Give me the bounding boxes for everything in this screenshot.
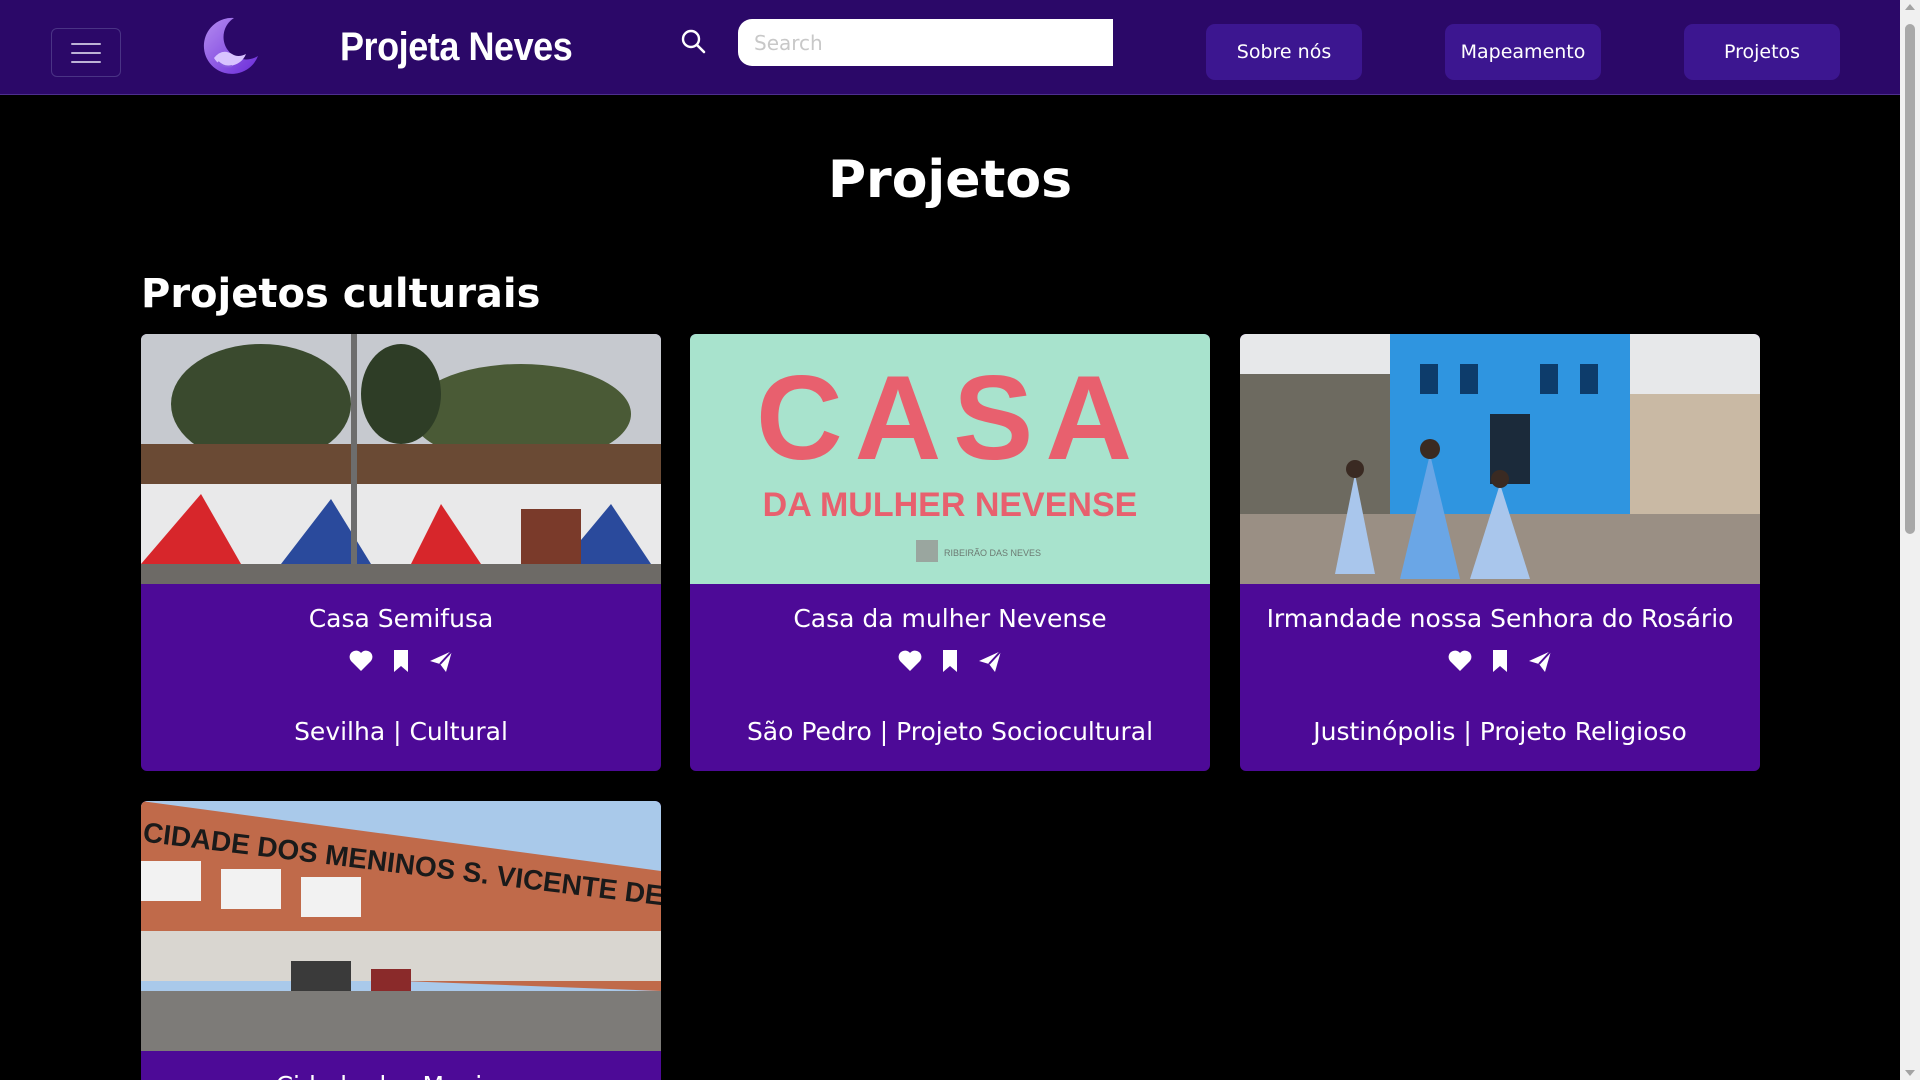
navbar: Projeta Neves Sobre nós Mapeamento Proje… xyxy=(0,0,1900,95)
project-card-actions xyxy=(690,648,1210,674)
nav-button-sobre-nos[interactable]: Sobre nós xyxy=(1206,24,1362,80)
send-icon[interactable] xyxy=(977,648,1003,674)
bookmark-icon[interactable] xyxy=(388,648,414,674)
prefeitura-seal-text: RIBEIRÃO DAS NEVES xyxy=(944,548,1041,558)
project-card-casa-da-mulher-nevense[interactable]: CASA DA MULHER NEVENSE RIBEIRÃO DAS NEVE… xyxy=(690,334,1210,771)
brand-logo[interactable] xyxy=(196,12,262,80)
menu-icon xyxy=(71,42,101,45)
project-card-irmandade[interactable]: Irmandade nossa Senhora do Rosário Justi… xyxy=(1240,334,1760,771)
project-card-meta: Justinópolis | Projeto Religioso xyxy=(1313,717,1687,746)
nav-button-mapeamento[interactable]: Mapeamento xyxy=(1445,24,1601,80)
menu-icon-bar xyxy=(71,60,101,63)
project-card-casa-semifusa[interactable]: Casa Semifusa Sevilha | Cultural xyxy=(141,334,661,771)
menu-icon-bar xyxy=(71,51,101,54)
project-card-image[interactable] xyxy=(1240,334,1760,584)
menu-toggle-button[interactable] xyxy=(51,28,121,77)
scroll-down-arrow-icon[interactable] xyxy=(1905,1070,1915,1076)
scroll-up-arrow-icon[interactable] xyxy=(1905,4,1915,10)
page-scrollbar[interactable] xyxy=(1900,0,1920,1080)
search-input[interactable] xyxy=(738,19,1113,66)
project-card-title[interactable]: Casa da mulher Nevense xyxy=(690,604,1210,633)
send-icon[interactable] xyxy=(428,648,454,674)
project-card-image[interactable] xyxy=(141,334,661,584)
search-icon[interactable] xyxy=(679,27,707,55)
project-card-actions xyxy=(1240,648,1760,674)
page-title: Projetos xyxy=(827,150,1073,210)
heart-icon[interactable] xyxy=(348,648,374,674)
casa-sign-subtitle: DA MULHER NEVENSE xyxy=(763,486,1138,524)
bookmark-icon[interactable] xyxy=(937,648,963,674)
nav-button-projetos[interactable]: Projetos xyxy=(1684,24,1840,80)
send-icon[interactable] xyxy=(1527,648,1553,674)
project-card-title[interactable]: Cidade dos Meninos xyxy=(141,1071,661,1080)
scroll-thumb[interactable] xyxy=(1905,24,1915,534)
bookmark-icon[interactable] xyxy=(1487,648,1513,674)
project-card-actions xyxy=(141,648,661,674)
heart-icon[interactable] xyxy=(1447,648,1473,674)
project-card-image[interactable]: CIDADE DOS MENINOS S. VICENTE DE PAULO xyxy=(141,801,661,1051)
project-card-title[interactable]: Irmandade nossa Senhora do Rosário xyxy=(1240,604,1760,633)
project-card-cidade-dos-meninos[interactable]: CIDADE DOS MENINOS S. VICENTE DE PAULO C… xyxy=(141,801,661,1080)
brand-name[interactable]: Projeta Neves xyxy=(340,25,573,70)
project-card-meta: São Pedro | Projeto Sociocultural xyxy=(746,717,1154,746)
project-card-title[interactable]: Casa Semifusa xyxy=(141,604,661,633)
heart-icon[interactable] xyxy=(897,648,923,674)
project-card-meta: Sevilha | Cultural xyxy=(294,717,508,746)
casa-sign-text: CASA xyxy=(756,351,1144,485)
section-title: Projetos culturais xyxy=(141,271,541,317)
project-card-image[interactable]: CASA DA MULHER NEVENSE RIBEIRÃO DAS NEVE… xyxy=(690,334,1210,584)
